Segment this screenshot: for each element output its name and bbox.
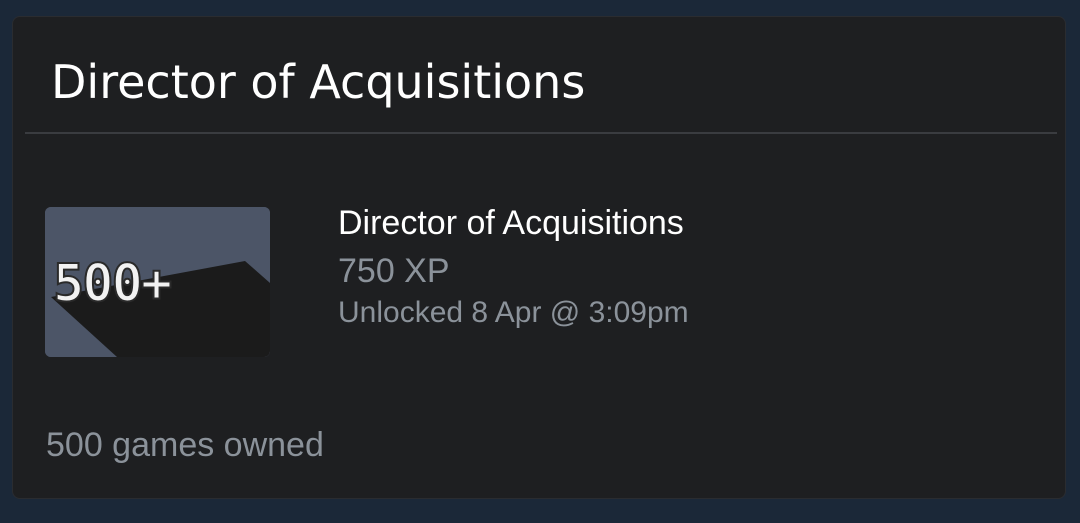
achievement-badge-icon: 500+ (45, 207, 270, 357)
achievement-xp: 750 XP (338, 252, 450, 290)
achievement-card: Director of Acquisitions 500+ Director o… (12, 16, 1066, 499)
card-title: Director of Acquisitions (51, 55, 586, 109)
achievement-unlock-date: Unlocked 8 Apr @ 3:09pm (338, 296, 689, 329)
badge-text: 500+ (53, 254, 171, 314)
achievement-name: Director of Acquisitions (338, 204, 684, 242)
achievement-description: 500 games owned (46, 426, 324, 464)
title-divider (25, 132, 1057, 134)
